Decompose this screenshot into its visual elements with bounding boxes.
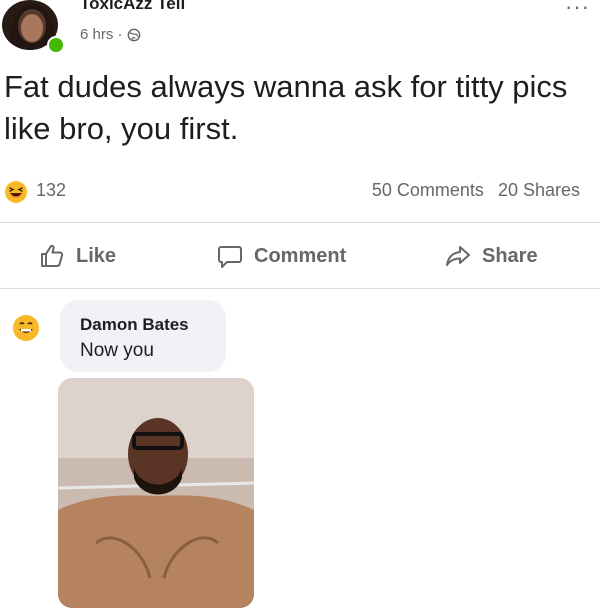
post-header: ToxicAzz Tell 6 hrs · ··· [0, 0, 600, 62]
comment-photo[interactable] [58, 378, 254, 608]
commenter-avatar-icon[interactable] [12, 314, 40, 342]
post-actions: Like Comment Share [0, 226, 600, 288]
reaction-count[interactable]: 132 [36, 180, 66, 201]
post-text: Fat dudes always wanna ask for titty pic… [4, 69, 568, 146]
shares-count[interactable]: 20 Shares [498, 180, 580, 201]
comment-label: Comment [254, 244, 347, 267]
post-meta: 6 hrs · [80, 26, 141, 43]
divider-bottom [0, 288, 600, 289]
haha-reaction-icon[interactable] [4, 180, 28, 204]
share-label: Share [482, 244, 538, 267]
post-time[interactable]: 6 hrs · [80, 26, 123, 43]
post-stats: 132 50 Comments 20 Shares [0, 176, 600, 206]
comments-count[interactable]: 50 Comments [372, 180, 484, 201]
stats-right: 50 Comments 20 Shares [372, 180, 580, 201]
comment-author-name[interactable]: Damon Bates [80, 315, 189, 335]
comment-text: Now you [80, 340, 154, 361]
comment-button[interactable]: Comment [216, 242, 346, 270]
like-button[interactable]: Like [38, 242, 116, 270]
comment-bubble-icon [218, 246, 242, 268]
thumbs-up-icon [41, 244, 64, 267]
more-options-icon[interactable]: ··· [565, 0, 590, 18]
like-label: Like [76, 244, 117, 267]
comment-bubble[interactable]: Damon Bates Now you [60, 300, 226, 372]
share-button[interactable]: Share [444, 242, 538, 270]
globe-icon [127, 28, 140, 41]
divider-top [0, 222, 600, 223]
share-arrow-icon [446, 246, 470, 266]
post-author-name[interactable]: ToxicAzz Tell [80, 0, 185, 14]
online-status-dot [47, 36, 65, 54]
